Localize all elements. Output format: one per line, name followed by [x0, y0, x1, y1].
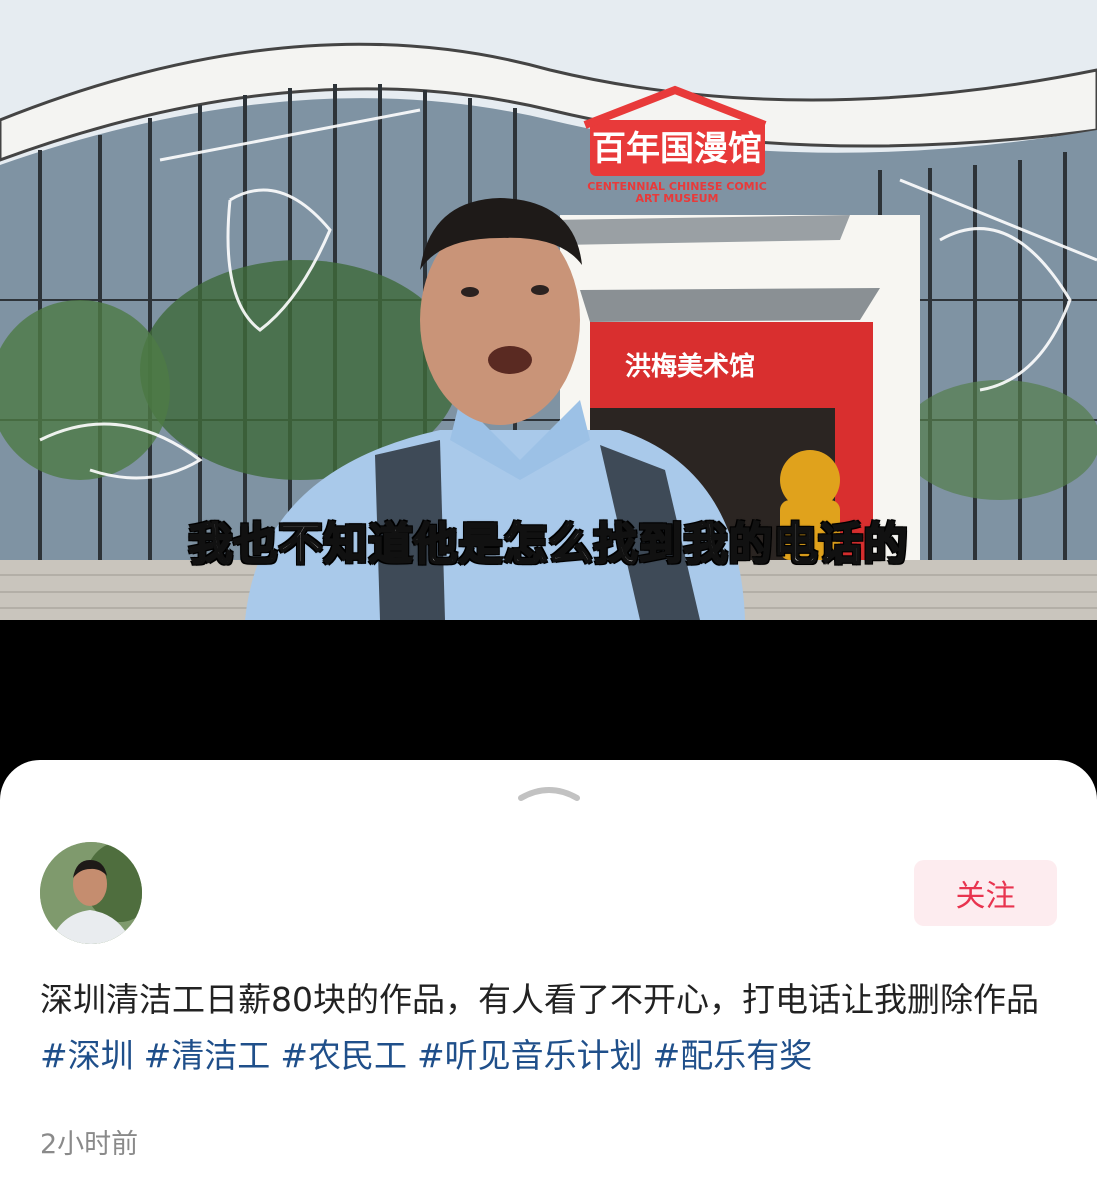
hashtag-link[interactable]: #清洁工: [144, 1036, 271, 1075]
museum-sign-en-2: ART MUSEUM: [635, 192, 718, 205]
video-subtitle: 我也不知道他是怎么找到我的电话的: [188, 518, 909, 571]
hashtag-link[interactable]: #听见音乐计划: [417, 1036, 643, 1075]
hashtag-link[interactable]: #农民工: [280, 1036, 407, 1075]
chevron-up-icon[interactable]: [517, 780, 581, 802]
gallery-sign: 洪梅美术馆: [625, 351, 755, 382]
hashtag-link[interactable]: #深圳: [40, 1036, 134, 1075]
museum-sign-cn: 百年国漫馆: [592, 129, 762, 169]
post-timestamp: 2小时前: [40, 1129, 139, 1160]
post-caption: 深圳清洁工日薪80块的作品，有人看了不开心，打电话让我删除作品 #深圳 #清洁工 #农…: [40, 972, 1060, 1084]
caption-text: 深圳清洁工日薪80块的作品，有人看了不开心，打电话让我删除作品: [40, 980, 1039, 1019]
hashtag-link[interactable]: #配乐有奖: [653, 1036, 813, 1075]
info-sheet: 关注 深圳清洁工日薪80块的作品，有人看了不开心，打电话让我删除作品 #深圳 #清洁…: [0, 760, 1097, 1200]
author-avatar[interactable]: [40, 842, 142, 944]
follow-button[interactable]: 关注: [914, 860, 1057, 926]
video-player[interactable]: 百年国漫馆 CENTENNIAL CHINESE COMIC ART MUSEU…: [0, 0, 1097, 620]
